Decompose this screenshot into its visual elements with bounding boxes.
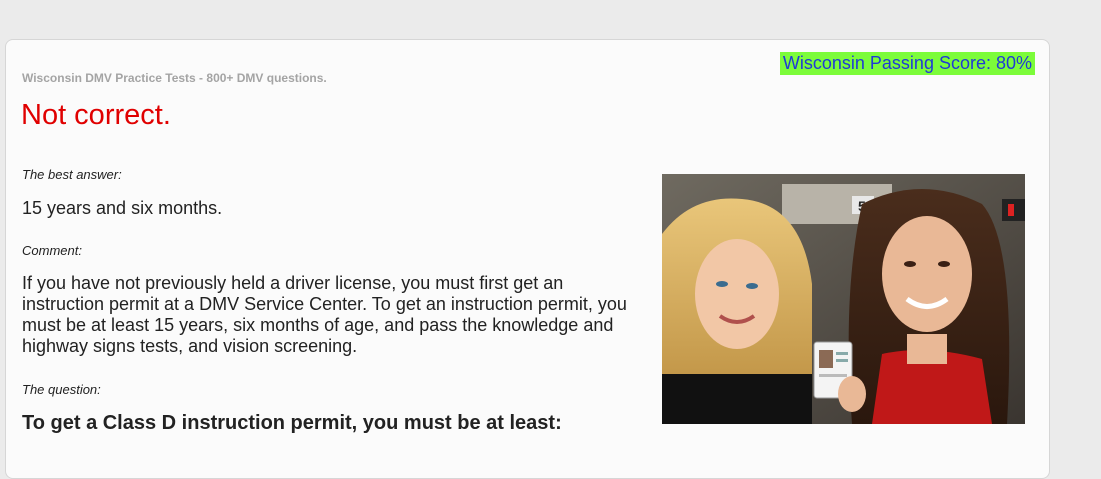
photo-illustration: 5 xyxy=(662,174,1025,424)
question-text: To get a Class D instruction permit, you… xyxy=(22,412,562,434)
comment-label: Comment: xyxy=(22,243,82,258)
result-card: Wisconsin Passing Score: 80% Wisconsin D… xyxy=(5,39,1050,479)
result-heading: Not correct. xyxy=(21,99,171,131)
best-answer-label: The best answer: xyxy=(22,167,122,182)
passing-score-badge: Wisconsin Passing Score: 80% xyxy=(779,52,1035,75)
best-answer-text: 15 years and six months. xyxy=(22,198,223,218)
question-label: The question: xyxy=(22,382,101,397)
site-title: Wisconsin DMV Practice Tests - 800+ DMV … xyxy=(22,71,327,85)
comment-text: If you have not previously held a driver… xyxy=(22,273,627,356)
photo-two-girls-with-license: 5 xyxy=(662,174,1025,424)
